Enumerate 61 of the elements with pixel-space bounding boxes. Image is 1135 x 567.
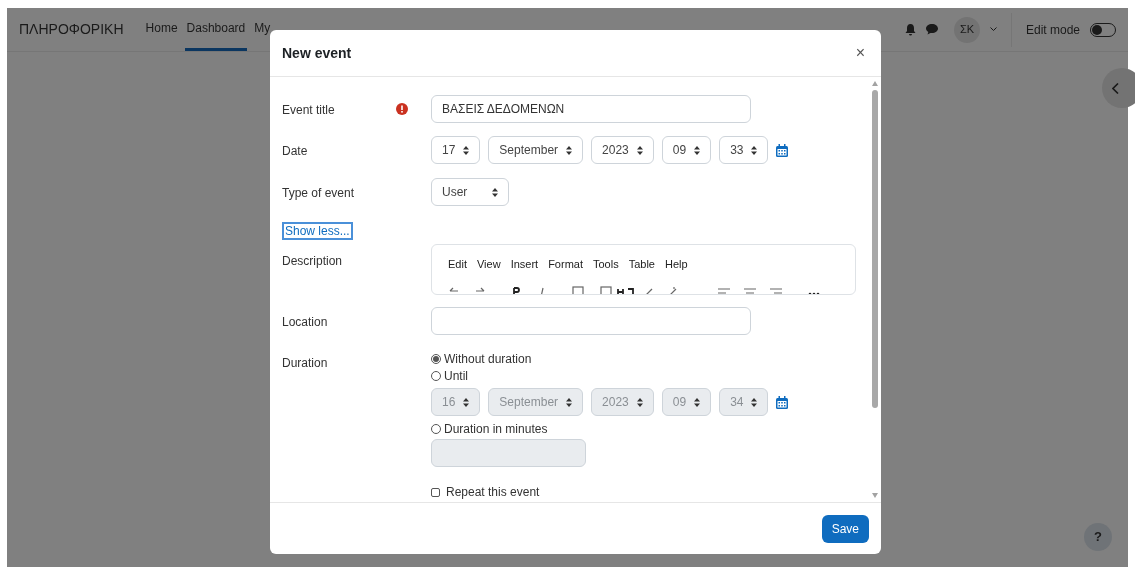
location-field[interactable] bbox=[431, 307, 751, 335]
field-label: Date bbox=[282, 144, 308, 158]
sort-arrows-icon bbox=[566, 145, 573, 155]
sort-arrows-icon bbox=[751, 145, 758, 155]
nav-link[interactable]: Home bbox=[143, 8, 180, 51]
user-avatar[interactable]: ΣΚ bbox=[953, 16, 980, 43]
radio-button[interactable] bbox=[431, 370, 441, 381]
scroll-down-icon[interactable] bbox=[872, 493, 878, 498]
sort-arrows-icon bbox=[636, 145, 643, 155]
field-label: Duration bbox=[282, 356, 328, 370]
repeat-label: Repeat this event bbox=[446, 484, 540, 501]
radio-button[interactable] bbox=[431, 423, 441, 434]
drawer-toggle-button[interactable] bbox=[1102, 68, 1135, 108]
radio-button[interactable] bbox=[431, 353, 441, 364]
bell-icon[interactable] bbox=[904, 23, 916, 36]
sort-arrows-icon bbox=[751, 397, 758, 407]
radio-label: Until bbox=[444, 367, 468, 385]
select-field[interactable]: 2023 bbox=[591, 136, 654, 164]
chevron-left-icon bbox=[1112, 82, 1119, 94]
dialog-title: New event bbox=[282, 43, 352, 63]
chevron-down-icon[interactable] bbox=[989, 27, 997, 32]
field-label: Event title bbox=[282, 103, 335, 117]
editor-menu-item[interactable]: Table bbox=[628, 256, 655, 273]
close-button[interactable]: × bbox=[855, 41, 865, 65]
editor-menu-item[interactable]: Tools bbox=[593, 256, 619, 273]
event-title-field[interactable]: ΒΑΣΕΙΣ ΔΕΔΟΜΕΝΩΝ bbox=[431, 95, 751, 123]
editor-menu-item[interactable]: Edit bbox=[448, 256, 467, 273]
show-less-link[interactable]: Show less... bbox=[282, 222, 353, 240]
select-field[interactable]: 33 bbox=[719, 136, 769, 164]
calendar-icon[interactable] bbox=[776, 143, 789, 157]
field-label: Location bbox=[282, 315, 328, 329]
repeat-checkbox[interactable] bbox=[431, 487, 440, 497]
select-field[interactable]: September bbox=[488, 136, 584, 164]
sort-arrows-icon bbox=[492, 187, 498, 197]
save-button[interactable]: Save bbox=[821, 514, 869, 543]
sort-arrows-icon bbox=[566, 397, 573, 407]
sort-arrows-icon bbox=[463, 397, 470, 407]
field-label: Description bbox=[282, 254, 343, 268]
sort-arrows-icon bbox=[463, 145, 470, 155]
radio-label: Duration in minutes bbox=[444, 420, 548, 438]
edit-mode-label: Edit mode bbox=[1025, 21, 1080, 39]
sort-arrows-icon bbox=[694, 397, 701, 407]
editor-menu-item[interactable]: Help bbox=[664, 256, 688, 273]
editor-menu-item[interactable]: Insert bbox=[510, 256, 539, 273]
select-field[interactable]: 17 bbox=[431, 136, 481, 164]
site-name: ΠΛΗΡΟΦΟΡΙΚΗ bbox=[19, 20, 124, 39]
radio-label: Without duration bbox=[444, 350, 532, 368]
chat-icon[interactable] bbox=[925, 24, 938, 35]
select-field[interactable]: 09 bbox=[661, 136, 712, 164]
help-button[interactable]: ? bbox=[1084, 523, 1112, 551]
nav-link[interactable]: My bbox=[252, 8, 273, 51]
scroll-up-icon[interactable] bbox=[872, 81, 878, 86]
nav-link[interactable]: Dashboard bbox=[184, 8, 248, 51]
editor-menu-item[interactable]: View bbox=[476, 256, 501, 273]
sort-arrows-icon bbox=[694, 145, 701, 155]
select-field[interactable]: User bbox=[431, 178, 509, 206]
calendar-icon[interactable] bbox=[776, 395, 789, 409]
editor-menu-item[interactable]: Format bbox=[548, 256, 583, 273]
text-editor[interactable]: Edit View Insert Format Tools Table Help bbox=[431, 244, 856, 295]
sort-arrows-icon bbox=[636, 397, 643, 407]
field-label: Type of event bbox=[282, 186, 355, 200]
